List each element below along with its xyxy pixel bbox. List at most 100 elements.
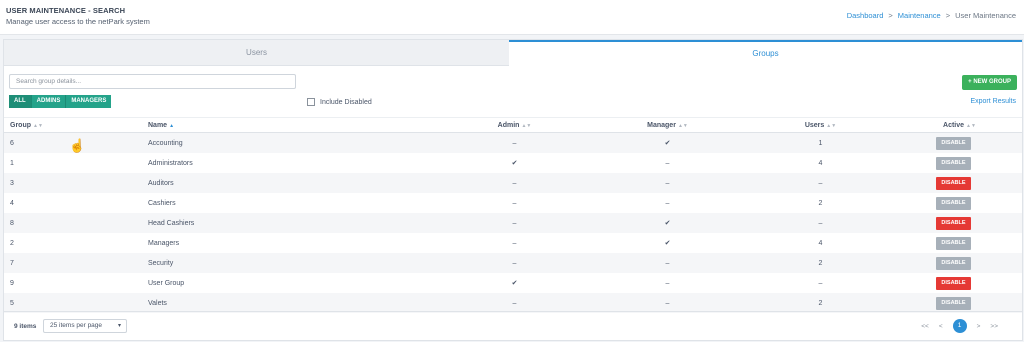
page-1-button[interactable]: 1 xyxy=(952,319,967,333)
cell-group: 5 xyxy=(4,293,146,313)
column-header-manager[interactable]: Manager ▲▼ xyxy=(591,117,744,133)
disable-button[interactable]: DISABLE xyxy=(936,236,971,250)
table-row[interactable]: 5 Valets – – 2 DISABLE xyxy=(4,293,1022,313)
disable-button[interactable]: DISABLE xyxy=(936,176,971,190)
cell-users: 2 xyxy=(818,199,823,207)
pagination: << < 1 > >> xyxy=(916,319,1003,333)
item-count: 9 items xyxy=(14,323,37,330)
chevron-down-icon: ▾ xyxy=(117,323,121,329)
cell-group: 7 xyxy=(4,253,146,273)
cell-manager: – xyxy=(665,279,670,287)
cell-name: Head Cashiers xyxy=(146,213,438,233)
disable-button[interactable]: DISABLE xyxy=(936,276,971,290)
cell-admin: – xyxy=(438,213,591,233)
table-header-row: Group ▲▼ Name ▲ Admin ▲▼ Manager ▲▼ Users ▲▼ … xyxy=(4,117,1022,133)
filter-admins-button[interactable]: ADMINS xyxy=(31,95,67,108)
cell-name: Administrators xyxy=(148,159,193,167)
table-row[interactable]: 3 Auditors – – – DISABLE xyxy=(4,173,1022,193)
cell-manager: – xyxy=(591,253,744,273)
cell-name: Security xyxy=(146,253,438,273)
sort-icon: ▲▼ xyxy=(521,122,532,129)
filter-all-button[interactable]: ALL xyxy=(9,95,32,108)
cell-group: 8 xyxy=(4,213,146,233)
groups-table: Group ▲▼ Name ▲ Admin ▲▼ Manager ▲▼ Users ▲▼ … xyxy=(4,117,1022,313)
cell-group: 2 xyxy=(10,239,14,247)
hand-cursor-icon: ☝ xyxy=(69,138,86,153)
search-input[interactable] xyxy=(9,74,296,89)
sort-icon: ▲▼ xyxy=(677,122,688,129)
include-disabled-label: Include Disabled xyxy=(320,98,372,106)
column-header-active[interactable]: Active ▲▼ xyxy=(897,117,1022,133)
cell-group: 9 xyxy=(10,279,14,287)
table-row[interactable]: 9 User Group ✔ – – DISABLE xyxy=(4,273,1022,293)
cell-admin: – xyxy=(438,132,591,153)
cell-users: 2 xyxy=(744,293,897,313)
breadcrumb-current: User Maintenance xyxy=(955,11,1016,20)
disable-button[interactable]: DISABLE xyxy=(936,196,971,210)
cell-users: 4 xyxy=(818,159,823,167)
check-icon: ✔ xyxy=(511,160,518,167)
cell-name: Managers xyxy=(148,239,180,247)
next-page-button[interactable]: > xyxy=(977,323,981,330)
page-subtitle: Manage user access to the netPark system xyxy=(6,17,150,26)
include-disabled-checkbox[interactable] xyxy=(307,98,315,106)
table-row[interactable]: 4 Cashiers – – 2 DISABLE xyxy=(4,193,1022,213)
sort-icon: ▲▼ xyxy=(826,122,837,129)
cell-group: 4 xyxy=(10,199,14,207)
disable-button[interactable]: DISABLE xyxy=(936,156,971,170)
items-per-page-select[interactable]: 25 items per page ▾ xyxy=(43,319,127,333)
column-header-name[interactable]: Name ▲ xyxy=(146,117,438,133)
check-icon: ✔ xyxy=(591,132,744,153)
disable-button[interactable]: DISABLE xyxy=(936,256,971,270)
tab-bar: Users Groups xyxy=(4,40,1022,66)
filter-button-group: ALL ADMINS MANAGERS xyxy=(9,95,112,108)
disable-button[interactable]: DISABLE xyxy=(936,216,971,230)
tab-users[interactable]: Users xyxy=(4,40,509,66)
tab-groups[interactable]: Groups xyxy=(509,40,1022,65)
page-title: USER MAINTENANCE - SEARCH xyxy=(6,6,126,15)
cell-users: – xyxy=(744,173,897,193)
table-row[interactable]: 6 Accounting – ✔ 1 DISABLE xyxy=(4,132,1022,153)
check-icon: ✔ xyxy=(591,213,744,233)
cell-admin: – xyxy=(438,293,591,313)
disable-button[interactable]: DISABLE xyxy=(936,296,971,310)
column-header-group[interactable]: Group ▲▼ xyxy=(4,117,146,133)
previous-page-button[interactable]: < xyxy=(939,323,943,330)
cell-name: Cashiers xyxy=(148,199,176,207)
column-header-users[interactable]: Users ▲▼ xyxy=(744,117,897,133)
cell-users: 1 xyxy=(744,132,897,153)
sort-asc-icon: ▲ xyxy=(169,122,175,129)
cell-name: Auditors xyxy=(146,173,438,193)
cell-name: Valets xyxy=(146,293,438,313)
table-row[interactable]: 8 Head Cashiers – ✔ – DISABLE xyxy=(4,213,1022,233)
cell-admin: – xyxy=(438,173,591,193)
breadcrumb: Dashboard > Maintenance > User Maintenance xyxy=(846,11,1016,20)
table-footer: 9 items 25 items per page ▾ << < 1 > >> xyxy=(4,311,1022,340)
first-page-button[interactable]: << xyxy=(921,323,929,330)
table-row[interactable]: 1 Administrators ✔ – 4 DISABLE xyxy=(4,153,1022,173)
last-page-button[interactable]: >> xyxy=(990,323,998,330)
cell-name: User Group xyxy=(148,279,185,287)
breadcrumb-dashboard[interactable]: Dashboard xyxy=(847,11,884,20)
sort-icon: ▲▼ xyxy=(966,122,976,129)
cell-name: Accounting xyxy=(146,132,438,153)
disable-button[interactable]: DISABLE xyxy=(936,136,971,150)
new-group-button[interactable]: + NEW GROUP xyxy=(962,75,1017,90)
cell-admin: – xyxy=(512,199,517,207)
cell-manager: – xyxy=(665,199,670,207)
export-results-link[interactable]: Export Results xyxy=(970,98,1016,105)
cell-admin: – xyxy=(438,253,591,273)
breadcrumb-maintenance[interactable]: Maintenance xyxy=(898,11,941,20)
cell-manager: – xyxy=(665,159,670,167)
table-row[interactable]: 7 Security – – 2 DISABLE xyxy=(4,253,1022,273)
cell-users: 4 xyxy=(818,239,823,247)
include-disabled-option[interactable]: Include Disabled xyxy=(307,98,372,106)
items-per-page-value: 25 items per page xyxy=(50,322,103,329)
sort-icon: ▲▼ xyxy=(33,122,43,129)
table-row[interactable]: 2 Managers – ✔ 4 DISABLE xyxy=(4,233,1022,253)
cell-group: 1 xyxy=(10,159,14,167)
column-header-admin[interactable]: Admin ▲▼ xyxy=(438,117,591,133)
filter-managers-button[interactable]: MANAGERS xyxy=(66,95,112,108)
cell-users: – xyxy=(744,213,897,233)
cell-manager: – xyxy=(591,173,744,193)
